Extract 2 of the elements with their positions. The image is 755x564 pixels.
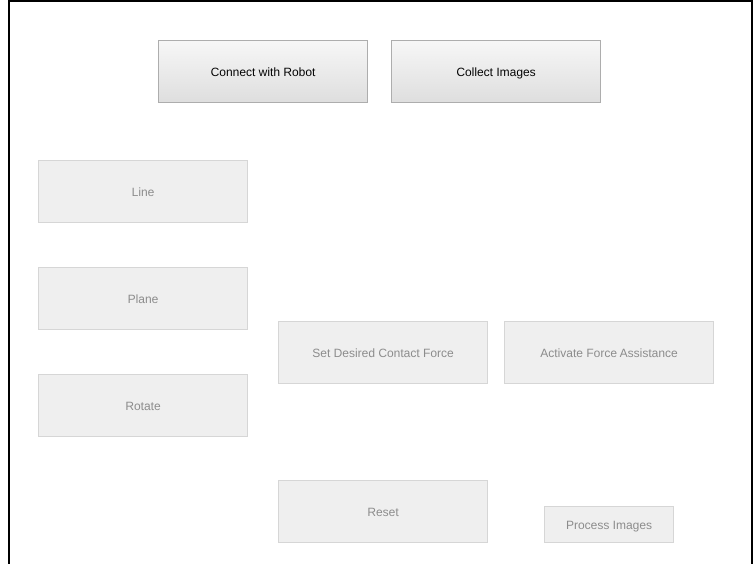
action-button[interactable]: Connect with Robot [158, 40, 368, 103]
action-button[interactable]: Collect Images [391, 40, 601, 103]
